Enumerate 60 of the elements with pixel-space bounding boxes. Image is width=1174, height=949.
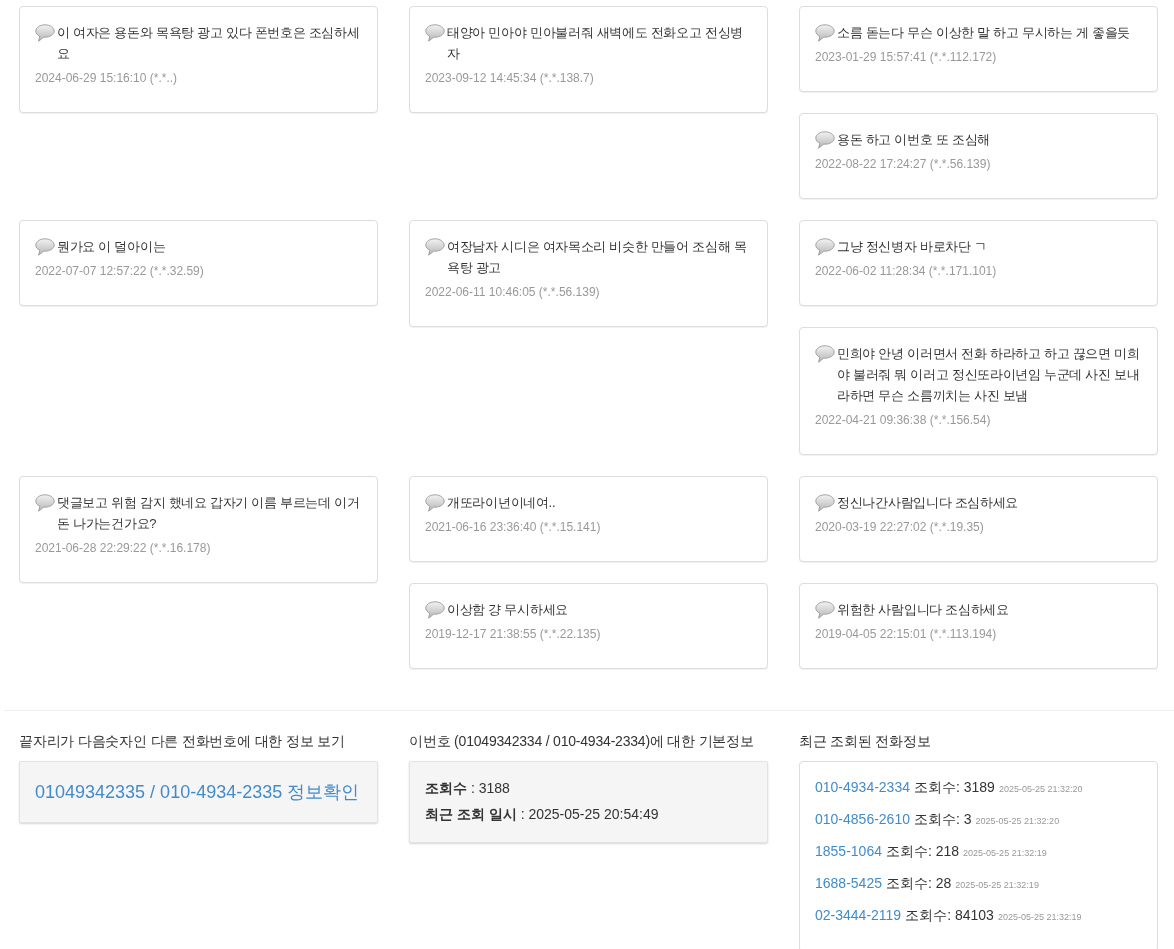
phone-number-link[interactable]: 010-4856-2610 <box>815 811 910 827</box>
view-time: 2025-05-25 21:32:20 <box>998 784 1083 794</box>
section-heading: 이번호 (01049342334 / 010-4934-2334)에 대한 기본정보 <box>409 732 755 751</box>
info-line: 최근 조회 일시 : 2025-05-25 20:54:49 <box>425 806 659 822</box>
speech-bubble-icon <box>815 24 835 42</box>
comment-date: 2022-07-07 12:57:22 (*.*.32.59) <box>35 263 205 280</box>
view-time: 2025-05-25 21:32:19 <box>997 912 1082 922</box>
view-time: 2025-05-25 21:32:19 <box>955 880 1039 890</box>
comment-text: 그냥 정신병자 바로차단 ㄱ <box>837 238 987 256</box>
phone-number-link[interactable]: 010-4934-2334 <box>815 779 910 795</box>
comment-text: 여장남자 시디은 여자목소리 비슷한 만들어 조심해 목욕탕 광고 <box>447 238 748 277</box>
speech-bubble-icon <box>35 238 55 256</box>
info-line: 조회수 : 3188 <box>425 780 510 796</box>
speech-bubble-icon <box>35 24 55 42</box>
speech-bubble-icon <box>425 238 445 256</box>
comment-date: 2021-06-16 23:36:40 (*.*.15.141) <box>425 519 602 536</box>
comment-text: 이 여자은 용돈와 목욕탕 광고 있다 폰번호은 조심하세요 <box>57 24 361 63</box>
comment-text: 위험한 사람입니다 조심하세요 <box>837 601 1009 619</box>
speech-bubble-icon <box>815 238 835 256</box>
speech-bubble-icon <box>35 494 55 512</box>
comment-date: 2020-03-19 22:27:02 (*.*.19.35) <box>815 519 985 536</box>
speech-bubble-icon <box>815 601 835 619</box>
speech-bubble-icon <box>425 601 445 619</box>
view-count: 조회수: 28 <box>885 875 952 891</box>
view-count: 조회수: 3189 <box>914 779 995 795</box>
comment-date: 2022-04-21 09:36:38 (*.*.156.54) <box>815 412 992 429</box>
comment-date: 2021-06-28 22:29:22 (*.*.16.178) <box>35 540 212 557</box>
comment-date: 2022-08-22 17:24:27 (*.*.56.139) <box>815 156 992 173</box>
speech-bubble-icon <box>425 494 445 512</box>
speech-bubble-icon <box>815 345 835 363</box>
comment-text: 용돈 하고 이번호 또 조심해 <box>837 131 990 149</box>
view-count: 조회수: 84103 <box>905 907 994 923</box>
speech-bubble-icon <box>815 494 835 512</box>
comment-text: 소름 돋는다 무슨 이상한 말 하고 무시하는 게 좋을듯 <box>837 24 1131 42</box>
phone-number-link[interactable]: 1855-1064 <box>815 843 882 859</box>
comment-text: 뭔가요 이 덜아이는 <box>57 238 166 256</box>
comment-date: 2022-06-02 11:28:34 (*.*.171.101) <box>815 263 998 280</box>
next-number-link[interactable]: 01049342335 / 010-4934-2335 정보확인 <box>35 779 360 805</box>
comment-date: 2023-01-29 15:57:41 (*.*.112.172) <box>815 49 998 66</box>
view-count: 조회수: 218 <box>885 843 960 859</box>
comment-date: 2019-04-05 22:15:01 (*.*.113.194) <box>815 626 998 643</box>
comment-date: 2023-09-12 14:45:34 (*.*.138.7) <box>425 70 595 87</box>
comment-text: 이상함 걍 무시하세요 <box>447 601 568 619</box>
comment-date: 2024-06-29 15:16:10 (*.*..) <box>35 70 179 87</box>
comment-text: 태양아 민아야 민아불러줘 새벽에도 전화오고 전싱병자 <box>447 24 744 63</box>
comment-text: 댓글보고 위험 감지 했네요 갑자기 이름 부르는데 이거 돈 나가는건가요? <box>57 494 361 533</box>
phone-number-link[interactable]: 02-3444-2119 <box>815 907 902 923</box>
section-heading: 최근 조회된 전화정보 <box>799 732 932 751</box>
view-count: 조회수: 3 <box>914 811 972 827</box>
comment-text: 민희야 안녕 이러면서 전화 하라하고 하고 끊으면 미희야 불러줘 뭐 이러고 정신또라이년임 누군데 사진 보내라하면 무슨 소름끼치는 사진 보냄 <box>837 345 1141 405</box>
comment-date: 2019-12-17 21:38:55 (*.*.22.135) <box>425 626 602 643</box>
view-time: 2025-05-25 21:32:19 <box>963 848 1047 858</box>
comment-text: 개또라이년이네여.. <box>447 494 556 512</box>
comment-date: 2022-06-11 10:46:05 (*.*.56.139) <box>425 284 601 301</box>
speech-bubble-icon <box>815 131 835 149</box>
comment-text: 정신나간사람입니다 조심하세요 <box>837 494 1019 512</box>
view-time: 2025-05-25 21:32:20 <box>975 816 1060 826</box>
section-heading: 끝자리가 다음숫자인 다른 전화번호에 대한 정보 보기 <box>19 732 346 751</box>
speech-bubble-icon <box>425 24 445 42</box>
phone-number-link[interactable]: 1688-5425 <box>815 875 882 891</box>
